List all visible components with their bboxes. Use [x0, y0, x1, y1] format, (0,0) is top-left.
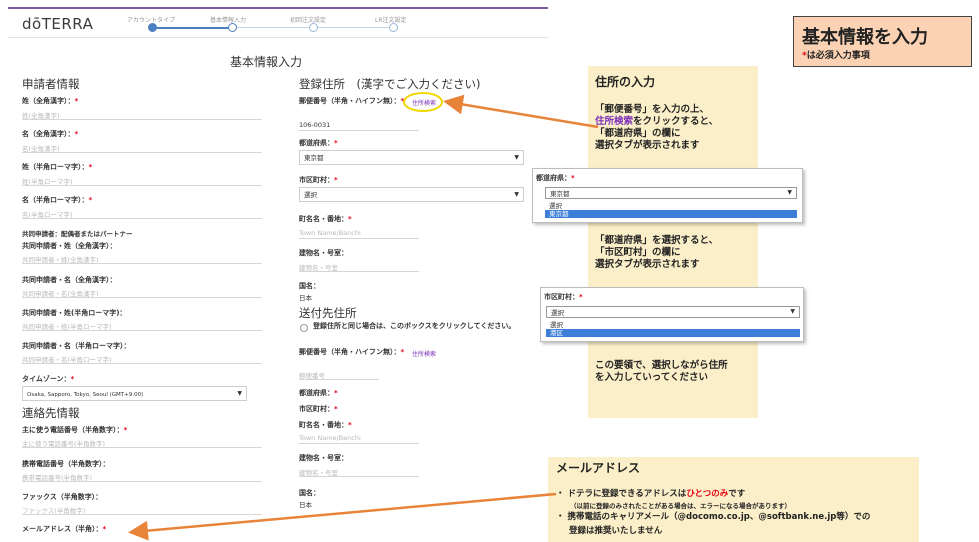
prefecture-select-value: 東京都: [304, 154, 324, 162]
step-label-first-order: 初回注文設定: [290, 17, 327, 24]
chevron-down-icon: ▼: [237, 390, 242, 397]
ship-country-label: 国名：: [299, 489, 320, 497]
same-address-text: 登録住所と同じ場合は、このボックスをクリックしてください。: [313, 322, 516, 330]
popup-prefecture-label: 都道府県：*: [536, 174, 575, 182]
timezone-select[interactable]: Osaka, Sapporo, Tokyo, Seoul (GMT+9:00) …: [22, 386, 247, 401]
phone-label: 主に使う電話番号（半角数字）：*: [22, 426, 128, 434]
co-applicant-note: 共同申請者：配偶者またはパートナー: [22, 230, 133, 238]
country-label: 国名：: [299, 282, 320, 290]
prefecture-dropdown-example: 都道府県：* 東京都 ▼ 選択 東京都: [532, 168, 803, 223]
fax-input[interactable]: ファックス(半角数字): [22, 505, 262, 515]
co-last-name-roman-input[interactable]: 共同申請者・姓(半角ローマ字): [22, 321, 262, 331]
page-title: 基本情報入力: [230, 55, 303, 69]
address-callout-text-2: 「都道府県」を選択すると、 「市区町村」の欄に 選択タブが表示されます: [595, 235, 719, 270]
fax-label: ファックス（半角数字）：: [22, 493, 103, 501]
email-callout-bullet-2-line2: 登録は推奨いたしません: [569, 526, 663, 536]
ship-city-label: 市区町村：*: [299, 405, 338, 413]
city-dropdown-example: 市区町村：* 選択 ▼ 選択 港区: [540, 287, 804, 342]
ship-postal-label: 郵便番号（半角・ハイフン無）：*: [299, 348, 405, 356]
street-input[interactable]: Town Name/Banchi: [299, 229, 419, 239]
top-accent-line: [8, 7, 548, 9]
city-select-value: 選択: [304, 191, 317, 199]
chevron-down-icon: ▼: [787, 189, 792, 196]
mobile-input[interactable]: 携帯電話番号(半角数字): [22, 472, 262, 482]
ship-prefecture-label: 都道府県：*: [299, 389, 338, 397]
shipping-address-title: 送付先住所: [299, 306, 357, 320]
last-name-kanji-input[interactable]: 姓(全角漢字): [22, 110, 262, 120]
ship-country-value: 日本: [299, 501, 312, 509]
co-last-name-kanji-label: 共同申請者・姓（全角漢字）：: [22, 242, 117, 250]
ship-building-label: 建物名・号室：: [299, 454, 348, 462]
co-first-name-kanji-label: 共同申請者・名（全角漢字）：: [22, 276, 117, 284]
address-callout-title: 住所の入力: [595, 75, 656, 89]
last-name-roman-input[interactable]: 姓(半角ローマ字): [22, 176, 262, 186]
arrow-to-postal-lookup: [443, 94, 599, 129]
email-callout-bullet-2: ・ 携帯電話のキャリアメール（@docomo.co.jp、@softbank.n…: [556, 512, 871, 522]
mobile-label: 携帯電話番号（半角数字）：: [22, 460, 110, 468]
step-circle-account-type: [148, 23, 157, 32]
annotation-title: 基本情報を入力: [802, 27, 928, 48]
first-name-roman-input[interactable]: 名(半角ローマ字): [22, 209, 262, 219]
ship-building-input[interactable]: 建物名・号室: [299, 467, 419, 477]
ship-postal-input[interactable]: 郵便番号: [299, 370, 379, 380]
chevron-down-icon: ▼: [790, 308, 795, 315]
same-address-checkbox[interactable]: [300, 324, 308, 332]
phone-input[interactable]: 主に使う電話番号(半角数字): [22, 438, 262, 448]
step-circle-lr-order: [389, 23, 398, 32]
postal-label: 郵便番号（半角・ハイフン無）：*: [299, 97, 405, 105]
first-name-kanji-input[interactable]: 名(全角漢字): [22, 143, 262, 153]
contact-section-title: 連絡先情報: [22, 406, 80, 420]
city-label: 市区町村：*: [299, 176, 338, 184]
ship-street-input[interactable]: Town Name/Banchi: [299, 434, 419, 444]
co-first-name-kanji-input[interactable]: 共同申請者・名(全角漢字): [22, 288, 262, 298]
country-value: 日本: [299, 294, 312, 302]
prefecture-label: 都道府県：*: [299, 139, 338, 147]
timezone-select-value: Osaka, Sapporo, Tokyo, Seoul (GMT+9:00): [27, 392, 144, 398]
progress-line-done: [153, 27, 231, 29]
street-label: 町名名・番地：*: [299, 215, 352, 223]
popup-city-select: 選択 ▼: [546, 306, 800, 318]
co-last-name-roman-label: 共同申請者・姓(半角ローマ字)：: [22, 309, 127, 317]
ship-postal-lookup-link[interactable]: 住所検索: [412, 349, 436, 358]
first-name-kanji-label: 名（全角漢字）：*: [22, 130, 79, 138]
co-last-name-kanji-input[interactable]: 共同申請者・姓(全角漢字): [22, 254, 262, 264]
chevron-down-icon: ▼: [514, 154, 519, 161]
email-callout-bullet-1-sub: （以前に登録のみされたことがある場合は、エラーになる場合があります）: [570, 502, 791, 510]
city-select[interactable]: 選択 ▼: [299, 187, 524, 202]
step-circle-basic-info: [228, 23, 237, 32]
prefecture-select[interactable]: 東京都 ▼: [299, 150, 524, 165]
co-first-name-roman-label: 共同申請者・名（半角ローマ字）：: [22, 342, 131, 350]
postal-input[interactable]: 106-0031: [299, 121, 419, 131]
first-name-roman-label: 名（半角ローマ字）：*: [22, 196, 93, 204]
timezone-label: タイムゾーン：*: [22, 375, 75, 383]
email-callout-bullet-1: ・ ドテラに登録できるアドレスはひとつのみです: [556, 489, 746, 499]
popup-city-option: 選択: [550, 321, 563, 329]
building-input[interactable]: 建物名・号室: [299, 262, 419, 272]
address-callout-text-3: この要領で、選択しながら住所 を入力していってください: [595, 360, 728, 383]
popup-prefecture-option-selected: 東京都: [545, 210, 797, 218]
building-label: 建物名・号室：: [299, 249, 348, 257]
applicant-section-title: 申請者情報: [22, 77, 80, 91]
annotation-title-box: 基本情報を入力 *は必須入力事項: [793, 16, 972, 67]
email-label: メールアドレス（半角）：*: [22, 525, 107, 533]
email-callout-title: メールアドレス: [556, 461, 641, 475]
annotation-title-note: *は必須入力事項: [802, 51, 870, 61]
step-circle-first-order: [309, 23, 318, 32]
popup-prefecture-option: 選択: [549, 202, 562, 210]
ship-street-label: 町名名・番地：*: [299, 421, 352, 429]
popup-city-option-selected: 港区: [546, 329, 800, 337]
last-name-roman-label: 姓（半角ローマ字）：*: [22, 163, 93, 171]
popup-city-label: 市区町村：*: [544, 293, 583, 301]
last-name-kanji-label: 姓（全角漢字）：*: [22, 97, 79, 105]
popup-prefecture-select: 東京都 ▼: [545, 187, 797, 199]
registered-address-title: 登録住所 (漢字でご入力ください): [299, 77, 481, 91]
header-divider: [8, 37, 548, 38]
postal-lookup-highlight: [403, 92, 443, 112]
address-callout-text-1: 「郵便番号」を入力の上、 住所検索をクリックすると、 「都道府県」の欄に 選択タ…: [595, 104, 719, 151]
co-first-name-roman-input[interactable]: 共同申請者・名(半角ローマ字): [22, 354, 262, 364]
doterra-logo[interactable]: dōTERRA: [22, 15, 93, 33]
chevron-down-icon: ▼: [514, 191, 519, 198]
step-label-basic-info: 基本情報入力: [210, 17, 247, 24]
